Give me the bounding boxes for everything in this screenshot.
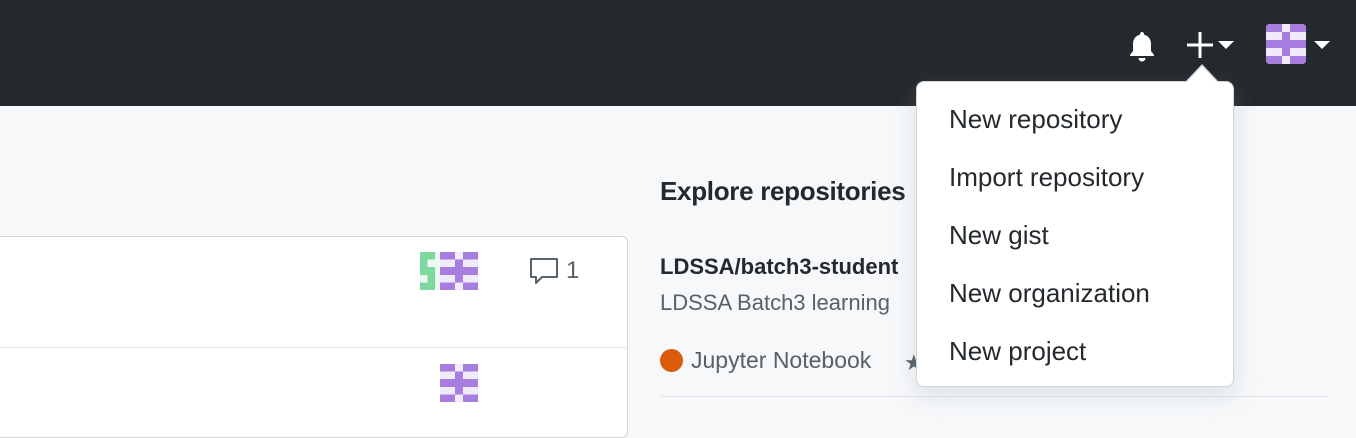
create-new-dropdown: New repository Import repository New gis… <box>916 81 1234 387</box>
profile-menu-button[interactable] <box>1264 22 1332 68</box>
comment-icon <box>530 258 558 284</box>
menu-item-new-gist[interactable]: New gist <box>949 219 1049 251</box>
menu-item-new-repository[interactable]: New repository <box>949 103 1122 135</box>
repo-language: Jupyter Notebook <box>691 347 872 373</box>
avatar <box>1266 24 1306 64</box>
comment-count: 1 <box>566 257 580 284</box>
caret-down-icon <box>1314 41 1330 49</box>
language-color-dot <box>660 349 683 372</box>
avatar[interactable] <box>440 252 478 290</box>
repo-link[interactable]: LDSSA/batch3-student <box>660 254 898 280</box>
avatar[interactable] <box>440 364 478 402</box>
explore-title: Explore repositories <box>660 176 906 206</box>
dropdown-caret-fill <box>1187 66 1217 82</box>
caret-down-icon <box>1218 41 1234 49</box>
menu-item-import-repository[interactable]: Import repository <box>949 161 1144 193</box>
explore-divider <box>660 396 1328 397</box>
feed-divider <box>0 347 627 348</box>
menu-item-new-organization[interactable]: New organization <box>949 277 1150 309</box>
create-new-button[interactable] <box>1182 26 1238 66</box>
bell-icon <box>1130 32 1154 62</box>
menu-item-new-project[interactable]: New project <box>949 335 1086 367</box>
repo-description: LDSSA Batch3 learning <box>660 290 890 315</box>
notifications-button[interactable] <box>1124 28 1160 64</box>
